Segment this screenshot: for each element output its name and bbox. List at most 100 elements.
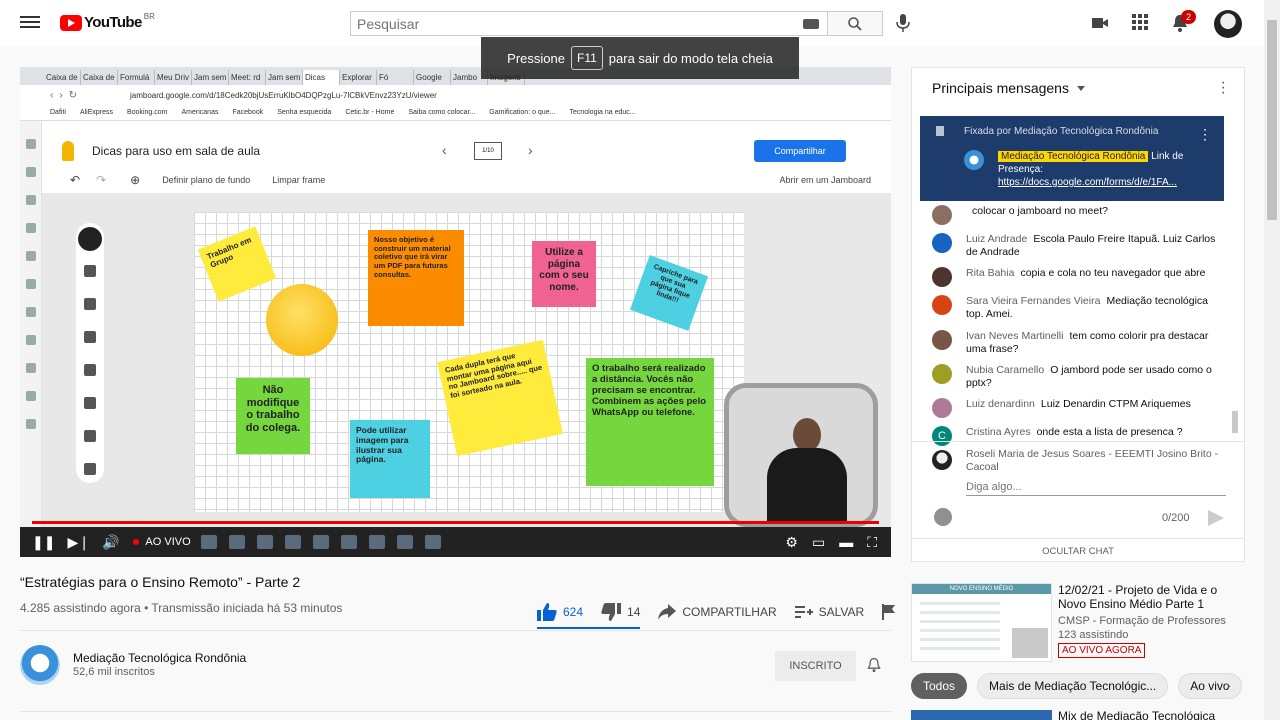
chat-author: Sara Vieira Fernandes Vieira xyxy=(966,295,1101,308)
like-count: 624 xyxy=(563,605,584,619)
send-icon[interactable] xyxy=(1208,510,1224,526)
live-progress-bar[interactable] xyxy=(32,521,879,524)
sticky-note: Utilize a página com o seu nome. xyxy=(532,241,596,307)
sticky-note: Pode utilizar imagem para ilustrar sua p… xyxy=(350,420,430,498)
chat-author: Nubia Caramello xyxy=(966,363,1045,376)
account-avatar[interactable] xyxy=(1214,10,1242,38)
search-icon xyxy=(848,16,862,31)
flag-icon xyxy=(882,604,896,620)
thumbs-up-emoji-icon xyxy=(266,284,338,356)
sticky-note: Não modifique o trabalho do colega. xyxy=(236,378,310,454)
bookmarks-bar: Dafiti AliExpress Booking.com Americanas… xyxy=(20,105,891,121)
channel-notification-bell-icon[interactable] xyxy=(866,657,882,673)
video-thumbnail[interactable]: NOVO ENSINO MÉDIO xyxy=(911,583,1052,662)
keyboard-icon[interactable] xyxy=(803,19,819,29)
jamboard-frame: Trabalho em Grupo Nosso objetivo é const… xyxy=(194,212,744,512)
divider xyxy=(20,630,891,631)
menu-icon[interactable] xyxy=(20,13,40,33)
search-button[interactable] xyxy=(828,11,883,36)
sticky-note: Trabalho em Grupo xyxy=(197,226,277,302)
next-frame-icon: › xyxy=(528,142,533,158)
fullscreen-exit-banner: Pressione F11 para sair do modo tela che… xyxy=(481,37,799,79)
live-now-badge: AO VIVO AGORA xyxy=(1058,643,1146,658)
filter-chips: Todos Mais de Mediação Tecnológic... Ao … xyxy=(911,673,1245,699)
pinned-body: Mediação Tecnológica Rondônia Link de Pr… xyxy=(998,150,1198,189)
miniplayer-icon[interactable]: ▭ xyxy=(812,534,825,551)
recommended-video[interactable]: NOVO ENSINO MÉDIO 12/02/21 - Projeto de … xyxy=(911,583,1245,663)
char-counter: 0/200 xyxy=(1162,512,1190,524)
video-player[interactable]: Caixa de Caixa de Formulá Meu Driv Jam s… xyxy=(20,67,891,557)
video-thumbnail[interactable] xyxy=(911,710,1052,720)
chip-all[interactable]: Todos xyxy=(911,673,968,699)
browser-tab: Jam sem xyxy=(266,70,303,85)
chip-more-from-channel[interactable]: Mais de Mediação Tecnológic... xyxy=(977,673,1169,699)
video-actions: 624 14 COMPARTILHAR SALVAR xyxy=(537,603,914,621)
browser-tab: Google xyxy=(414,70,451,85)
chat-more-options-icon[interactable]: · · · xyxy=(1221,75,1226,101)
chat-author: Luiz Andrade xyxy=(966,233,1028,245)
sticky-note: Capriche para que sua página fique linda… xyxy=(629,255,709,331)
bookmark: AliExpress xyxy=(79,109,114,116)
chat-mode-selector[interactable]: Principais mensagens xyxy=(912,68,1244,108)
jamboard-share-button: Compartilhar xyxy=(754,140,846,162)
hide-chat-button[interactable]: OCULTAR CHAT xyxy=(912,538,1244,563)
next-icon[interactable]: ▶❘ xyxy=(67,534,90,551)
chat-text: Luiz Denardin CTPM Ariquemes xyxy=(1040,398,1191,410)
divider xyxy=(20,711,891,712)
dislike-button[interactable]: 14 xyxy=(601,603,640,621)
chip-live[interactable]: Ao vivo xyxy=(1178,673,1242,699)
interpreter xyxy=(767,418,847,522)
sticky-note: O trabalho será realizado a distância. V… xyxy=(586,358,714,486)
browser-tab: Meu Driv xyxy=(155,70,192,85)
recommended-video[interactable]: Mix de Mediação Tecnológica xyxy=(911,710,1245,720)
bookmark: Tecnologia na educ... xyxy=(569,109,636,116)
chevron-right-icon[interactable]: › xyxy=(1226,677,1231,693)
emoji-icon[interactable] xyxy=(934,508,952,526)
share-button[interactable]: COMPARTILHAR xyxy=(658,604,777,620)
pinned-link[interactable]: https://docs.google.com/forms/d/e/1FA... xyxy=(998,177,1177,188)
bookmark: Saiba como colocar... xyxy=(408,109,476,116)
theater-mode-icon[interactable]: ▬ xyxy=(839,534,853,551)
settings-gear-icon[interactable]: ⚙ xyxy=(785,534,798,551)
pause-icon[interactable]: ❚❚ xyxy=(32,534,55,551)
recommended-title[interactable]: Mix de Mediação Tecnológica xyxy=(1058,710,1215,720)
open-in-jamboard: Abrir em um Jamboard xyxy=(779,175,871,185)
windows-taskbar-icons xyxy=(200,535,441,549)
save-button[interactable]: SALVAR xyxy=(794,605,865,619)
report-button[interactable] xyxy=(882,604,896,620)
chat-avatar xyxy=(932,205,952,225)
save-label: SALVAR xyxy=(818,605,865,619)
recommended-title[interactable]: 12/02/21 - Projeto de Vida e o Novo Ensi… xyxy=(1058,583,1238,612)
microphone-icon[interactable] xyxy=(896,14,910,32)
subscribed-button[interactable]: INSCRITO xyxy=(775,651,856,681)
address-bar: ‹›↻ jamboard.google.com/d/18Cedk20bjUsEr… xyxy=(20,85,891,105)
pinned-more-icon[interactable]: ⋮ xyxy=(1198,126,1212,143)
channel-avatar[interactable] xyxy=(20,645,60,685)
video-meta: 4.285 assistindo agora • Transmissão ini… xyxy=(20,601,343,615)
channel-name[interactable]: Mediação Tecnológica Rondônia xyxy=(73,651,246,665)
jamboard-title: Dicas para uso em sala de aula xyxy=(92,144,261,158)
fullscreen-exit-icon[interactable]: ⛶ xyxy=(867,534,877,551)
scrollbar-thumb[interactable] xyxy=(1267,20,1277,220)
playlist-add-icon xyxy=(794,606,813,618)
jamboard-header: Dicas para uso em sala de aula ‹ 1/10 › … xyxy=(42,134,891,168)
like-button[interactable]: 624 xyxy=(537,603,583,621)
f11-key: F11 xyxy=(570,46,603,70)
jamboard-tools xyxy=(76,223,104,483)
pinned-author-avatar xyxy=(964,150,984,170)
create-video-icon[interactable] xyxy=(1090,13,1110,33)
chat-scrollbar[interactable] xyxy=(1232,411,1238,433)
chat-avatar xyxy=(932,233,952,253)
pin-icon xyxy=(936,126,944,136)
browser-tab: Formulá xyxy=(118,70,155,85)
chat-text: copia e cola no teu navegador que abre xyxy=(1020,267,1206,280)
youtube-logo[interactable]: YouTube BR xyxy=(60,12,155,31)
share-label: COMPARTILHAR xyxy=(682,605,777,619)
chat-message-input[interactable] xyxy=(966,479,1226,496)
apps-grid-icon[interactable] xyxy=(1130,13,1150,33)
shared-screen-browser: Caixa de Caixa de Formulá Meu Driv Jam s… xyxy=(20,67,891,527)
search-input[interactable] xyxy=(351,12,791,35)
page-scrollbar[interactable] xyxy=(1264,0,1280,720)
live-label[interactable]: AO VIVO xyxy=(145,536,190,548)
volume-icon[interactable]: 🔊 xyxy=(102,534,119,551)
